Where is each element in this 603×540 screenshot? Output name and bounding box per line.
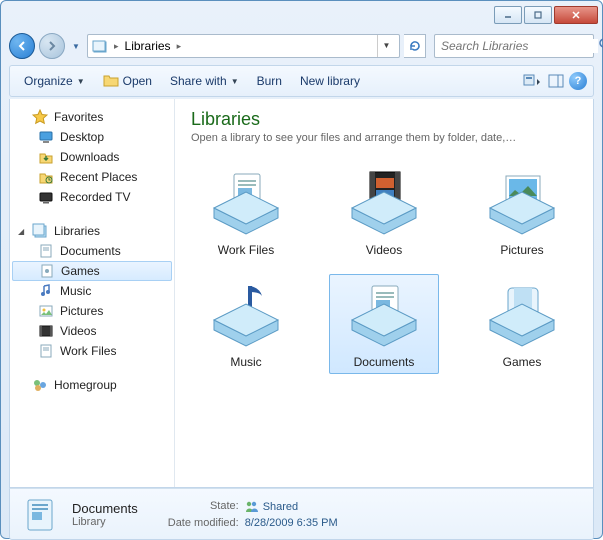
doc-library-icon — [208, 167, 284, 239]
details-state-value: Shared — [245, 500, 338, 515]
sidebar: Favorites DesktopDownloadsRecent PlacesR… — [10, 99, 175, 487]
sidebar-favorites-group: Favorites DesktopDownloadsRecent PlacesR… — [10, 107, 174, 207]
sidebar-favorites[interactable]: Favorites — [10, 107, 174, 127]
minimize-button[interactable] — [494, 6, 522, 24]
star-icon — [32, 109, 48, 125]
help-button[interactable]: ? — [569, 72, 587, 90]
library-label: Work Files — [218, 243, 274, 257]
videos-icon — [38, 323, 54, 339]
pictures-icon — [38, 303, 54, 319]
details-pane: Documents Library State: Shared Date mod… — [9, 488, 594, 540]
sidebar-homegroup[interactable]: Homegroup — [10, 375, 174, 395]
view-button[interactable] — [521, 70, 543, 92]
details-name: Documents — [72, 501, 138, 516]
games-icon — [39, 263, 55, 279]
share-button[interactable]: Share with▼ — [162, 70, 247, 92]
sidebar-item-videos[interactable]: Videos — [10, 321, 174, 341]
library-icon — [92, 38, 108, 54]
sidebar-item-recorded-tv[interactable]: Recorded TV — [10, 187, 174, 207]
search-box[interactable] — [434, 34, 594, 58]
burn-button[interactable]: Burn — [249, 70, 290, 92]
titlebar — [1, 1, 602, 29]
page-title: Libraries — [191, 109, 577, 130]
details-type: Library — [72, 516, 138, 528]
sidebar-item-games[interactable]: Games — [12, 261, 172, 281]
music-icon — [38, 283, 54, 299]
open-button[interactable]: Open — [95, 69, 160, 94]
breadcrumb-sep[interactable]: ▸ — [175, 41, 184, 52]
search-input[interactable] — [441, 39, 598, 53]
library-work-files[interactable]: Work Files — [191, 162, 301, 262]
sidebar-item-work-files[interactable]: Work Files — [10, 341, 174, 361]
desktop-icon — [38, 129, 54, 145]
breadcrumb[interactable]: ▸ Libraries ▸ ▼ — [87, 34, 400, 58]
sidebar-libraries[interactable]: ◢ Libraries — [10, 221, 174, 241]
music-library-icon — [208, 279, 284, 351]
explorer-window: ▼ ▸ Libraries ▸ ▼ Organize▼ Open Share w… — [0, 0, 603, 539]
refresh-button[interactable] — [404, 34, 426, 58]
details-modified-value: 8/28/2009 6:35 PM — [245, 517, 338, 529]
library-videos[interactable]: Videos — [329, 162, 439, 262]
doc-library-icon — [346, 279, 422, 351]
breadcrumb-dropdown[interactable]: ▼ — [377, 35, 395, 57]
library-label: Documents — [354, 355, 415, 369]
downloads-icon — [38, 149, 54, 165]
details-state-label: State: — [168, 500, 239, 515]
game-library-icon — [484, 279, 560, 351]
library-documents[interactable]: Documents — [329, 274, 439, 374]
shared-icon — [245, 500, 259, 515]
sidebar-item-recent-places[interactable]: Recent Places — [10, 167, 174, 187]
search-icon[interactable] — [598, 37, 603, 56]
video-library-icon — [346, 167, 422, 239]
sidebar-homegroup-group: Homegroup — [10, 375, 174, 395]
page-subtitle: Open a library to see your files and arr… — [191, 132, 577, 144]
maximize-button[interactable] — [524, 6, 552, 24]
library-label: Games — [503, 355, 542, 369]
chevron-down-icon: ◢ — [18, 227, 26, 236]
library-label: Pictures — [500, 243, 543, 257]
library-grid: Work Files Videos Pictures Music Documents Ga… — [191, 162, 577, 374]
body: Favorites DesktopDownloadsRecent PlacesR… — [9, 99, 594, 488]
toolbar: Organize▼ Open Share with▼ Burn New libr… — [9, 65, 594, 97]
library-label: Videos — [366, 243, 402, 257]
history-dropdown[interactable]: ▼ — [69, 34, 83, 58]
library-icon — [32, 223, 48, 239]
preview-pane-button[interactable] — [545, 70, 567, 92]
library-pictures[interactable]: Pictures — [467, 162, 577, 262]
close-button[interactable] — [554, 6, 598, 24]
breadcrumb-sep: ▸ — [112, 41, 121, 52]
sidebar-item-desktop[interactable]: Desktop — [10, 127, 174, 147]
documents-icon — [20, 494, 60, 534]
homegroup-icon — [32, 377, 48, 393]
documents-icon — [38, 243, 54, 259]
recorded-tv-icon — [38, 189, 54, 205]
library-games[interactable]: Games — [467, 274, 577, 374]
content-pane: Libraries Open a library to see your fil… — [175, 99, 593, 487]
details-modified-label: Date modified: — [168, 517, 239, 529]
new-library-button[interactable]: New library — [292, 70, 368, 92]
forward-button[interactable] — [39, 33, 65, 59]
picture-library-icon — [484, 167, 560, 239]
sidebar-item-downloads[interactable]: Downloads — [10, 147, 174, 167]
sidebar-item-pictures[interactable]: Pictures — [10, 301, 174, 321]
sidebar-item-music[interactable]: Music — [10, 281, 174, 301]
work-files-icon — [38, 343, 54, 359]
sidebar-libraries-group: ◢ Libraries DocumentsGamesMusicPicturesV… — [10, 221, 174, 361]
organize-button[interactable]: Organize▼ — [16, 70, 93, 92]
back-button[interactable] — [9, 33, 35, 59]
navbar: ▼ ▸ Libraries ▸ ▼ — [9, 29, 594, 63]
recent-places-icon — [38, 169, 54, 185]
library-label: Music — [230, 355, 261, 369]
breadcrumb-root[interactable]: Libraries — [125, 39, 171, 53]
library-music[interactable]: Music — [191, 274, 301, 374]
folder-open-icon — [103, 73, 119, 90]
sidebar-item-documents[interactable]: Documents — [10, 241, 174, 261]
